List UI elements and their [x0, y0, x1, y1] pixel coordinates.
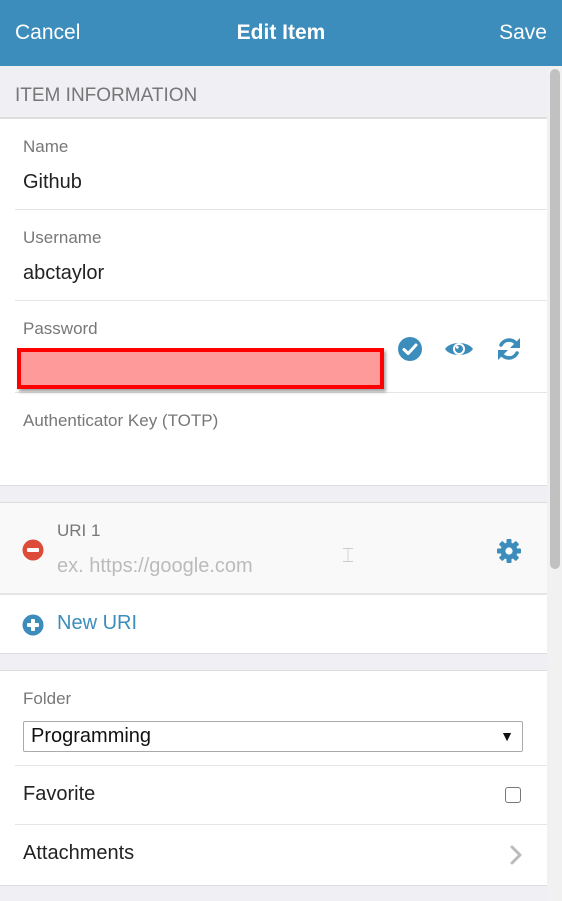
folder-select[interactable]: Programming ▼	[23, 721, 523, 752]
folder-row: Folder Programming ▼	[15, 671, 547, 766]
gear-icon[interactable]	[496, 538, 522, 564]
page-title: Edit Item	[236, 21, 326, 44]
other-group: Folder Programming ▼ Favorite Attachment…	[0, 670, 547, 886]
new-uri-button[interactable]: New URI	[57, 612, 137, 635]
edit-form: ITEM INFORMATION Name Github Username ab…	[0, 66, 547, 901]
uri-label: URI 1	[57, 521, 101, 540]
uri-row[interactable]: URI 1 ex. https://google.com ⌶	[0, 503, 547, 594]
scrollbar[interactable]	[547, 66, 562, 901]
chevron-right-icon	[510, 845, 522, 865]
username-label: Username	[23, 228, 102, 247]
folder-selected-value: Programming	[31, 725, 152, 747]
totp-label: Authenticator Key (TOTP)	[23, 411, 219, 430]
password-label: Password	[23, 319, 98, 338]
top-bar: Cancel Edit Item Save	[0, 0, 562, 66]
password-input-redacted[interactable]	[17, 348, 384, 389]
uris-group: URI 1 ex. https://google.com ⌶ New URI	[0, 502, 547, 654]
minus-circle-icon[interactable]	[22, 539, 44, 561]
attachments-row[interactable]: Attachments	[15, 825, 547, 885]
refresh-icon[interactable]	[496, 336, 522, 362]
item-information-group: Name Github Username abctaylor Password	[0, 118, 547, 486]
caret-down-icon: ▼	[500, 728, 514, 744]
save-button[interactable]: Save	[499, 21, 547, 45]
name-label: Name	[23, 137, 69, 156]
new-uri-row[interactable]: New URI	[0, 594, 547, 653]
section-header-item-information: ITEM INFORMATION	[0, 66, 547, 118]
password-row[interactable]: Password	[15, 301, 547, 393]
cancel-button[interactable]: Cancel	[15, 21, 80, 45]
username-input[interactable]: abctaylor	[23, 262, 104, 285]
plus-circle-icon[interactable]	[22, 614, 44, 636]
username-row[interactable]: Username abctaylor	[15, 210, 547, 301]
uri-input[interactable]: ex. https://google.com	[57, 555, 253, 578]
favorite-row[interactable]: Favorite	[15, 766, 547, 825]
scrollbar-thumb[interactable]	[550, 69, 560, 569]
totp-row[interactable]: Authenticator Key (TOTP)	[15, 393, 547, 485]
attachments-label: Attachments	[23, 842, 135, 864]
name-row[interactable]: Name Github	[15, 119, 547, 210]
check-circle-icon[interactable]	[397, 336, 423, 362]
favorite-checkbox[interactable]	[505, 787, 521, 803]
text-cursor-icon: ⌶	[342, 543, 354, 567]
favorite-label: Favorite	[23, 783, 96, 805]
name-input[interactable]: Github	[23, 171, 82, 194]
folder-label: Folder	[23, 689, 72, 708]
eye-icon[interactable]	[444, 339, 474, 359]
